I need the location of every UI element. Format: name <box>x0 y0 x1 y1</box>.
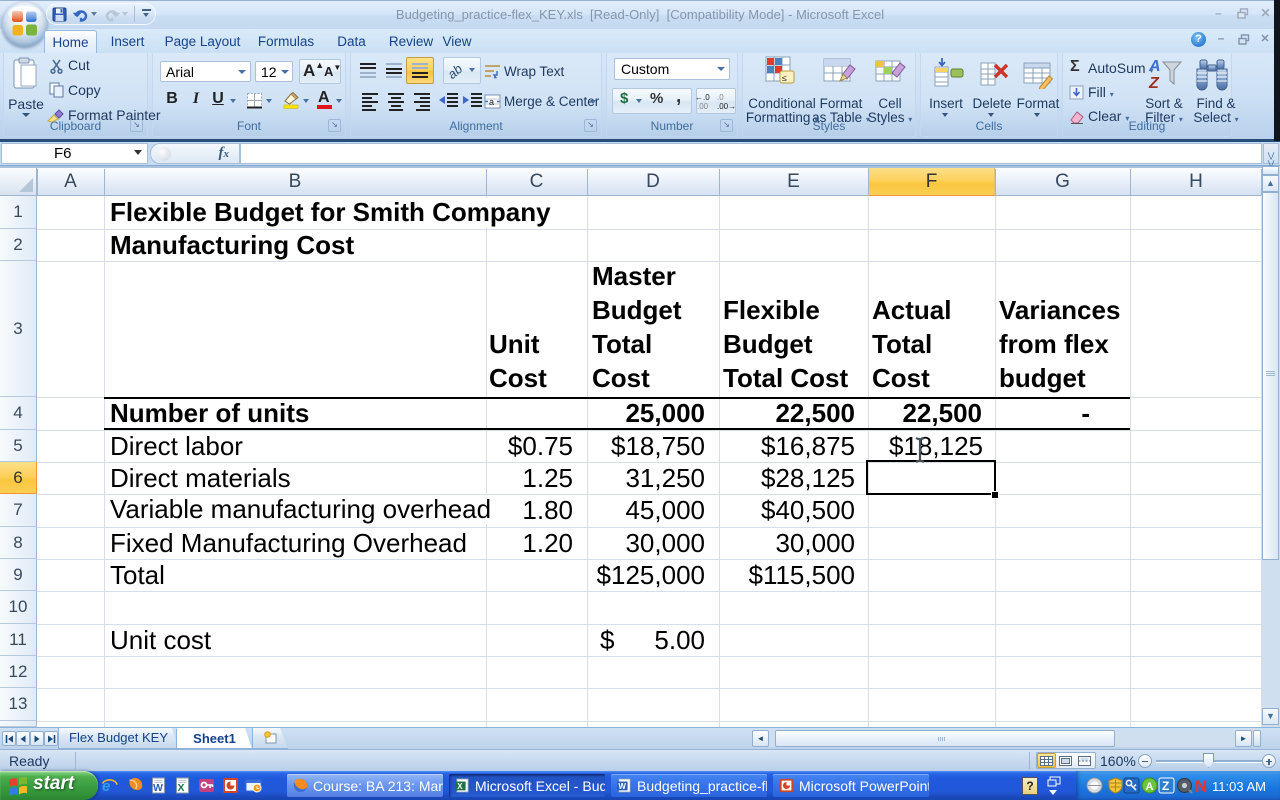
svg-text:W: W <box>618 782 626 791</box>
svg-text:.00→: .00→ <box>717 102 736 111</box>
svg-text:≤: ≤ <box>782 73 787 83</box>
svg-text:←.0: ←.0 <box>695 93 710 102</box>
svg-text:ab: ab <box>447 61 465 80</box>
svg-text:N: N <box>1195 777 1207 794</box>
svg-text:a: a <box>489 97 494 107</box>
svg-text:Z: Z <box>1148 75 1160 91</box>
svg-text:W: W <box>153 782 163 794</box>
svg-text:Z: Z <box>1162 779 1169 793</box>
svg-text:X: X <box>178 782 185 794</box>
svg-text:A: A <box>1146 781 1154 793</box>
svg-text:A: A <box>1148 58 1161 75</box>
svg-text:.0: .0 <box>717 93 724 102</box>
svg-text:X: X <box>457 782 463 791</box>
svg-text:.00: .00 <box>697 102 709 111</box>
